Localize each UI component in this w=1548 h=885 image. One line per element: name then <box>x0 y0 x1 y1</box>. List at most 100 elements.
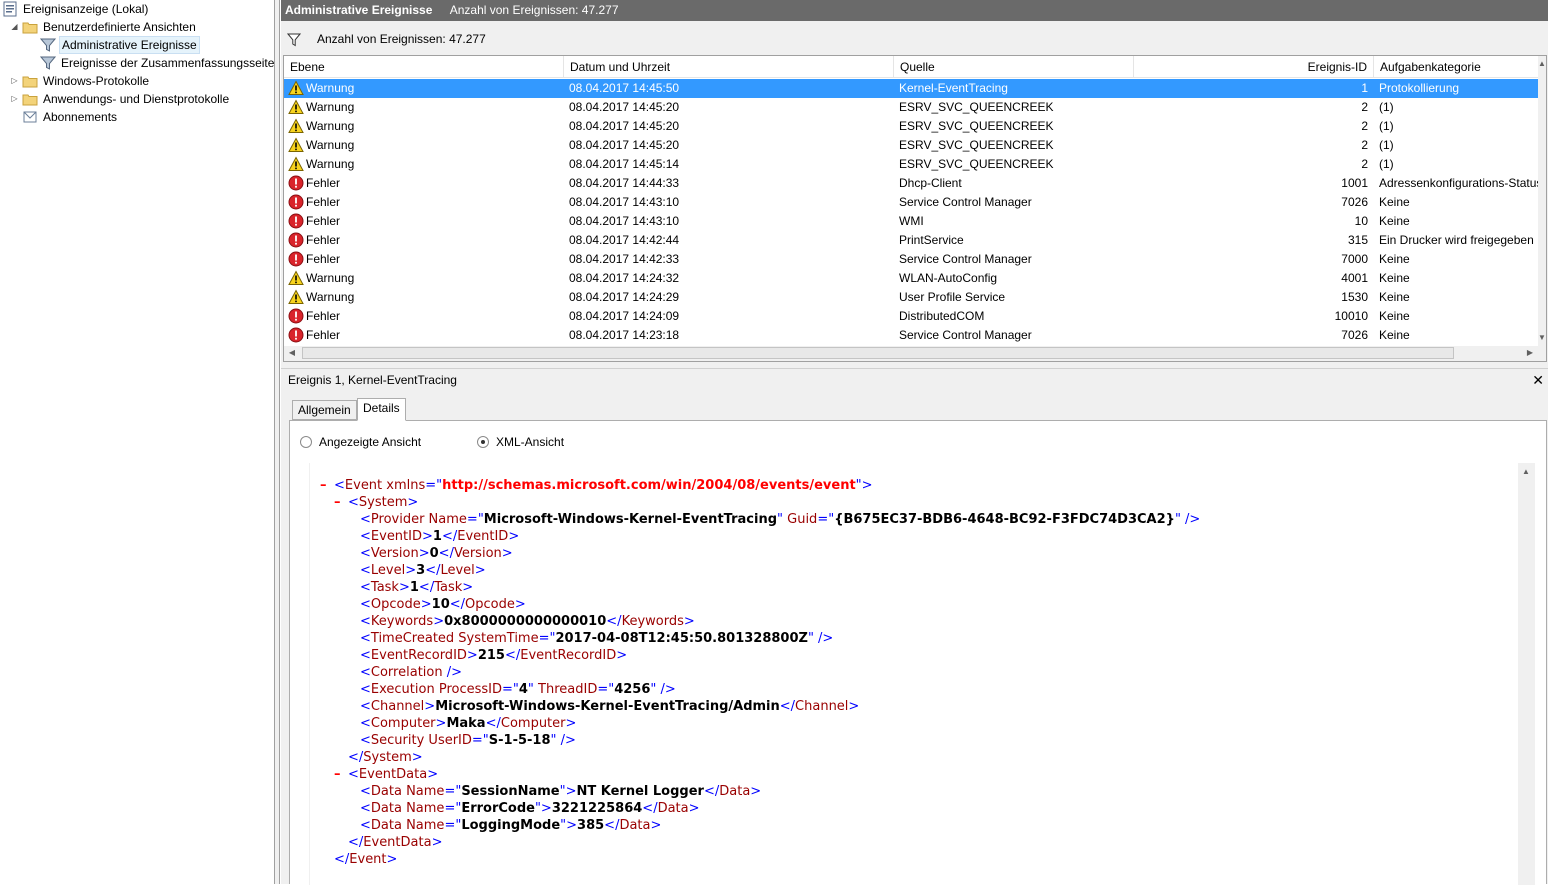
folder-icon <box>22 91 38 107</box>
event-id: 2 <box>1361 119 1368 133</box>
xml-value: LoggingMode <box>461 818 561 833</box>
expand-arrow-icon[interactable]: ▷ <box>10 90 19 108</box>
column-header-level[interactable]: Ebene <box>284 56 564 78</box>
event-date: 08.04.2017 14:42:33 <box>569 252 680 266</box>
radio-label: Angezeigte Ansicht <box>319 435 422 449</box>
event-viewer-icon <box>2 1 18 17</box>
tree-item-label: Administrative Ereignisse <box>59 36 200 54</box>
event-level-cell: Fehler <box>288 193 564 212</box>
event-row[interactable]: Fehler 08.04.2017 14:42:44 PrintService 315… <box>284 231 1540 250</box>
event-task-category: Protokollierung <box>1379 81 1460 95</box>
column-header-event-id[interactable]: Ereignis-ID <box>1134 56 1374 78</box>
collapse-arrow-icon[interactable]: ◢ <box>10 18 19 36</box>
event-task-category: (1) <box>1379 138 1394 152</box>
event-id: 315 <box>1347 233 1368 247</box>
xml-eventrecordid: <EventRecordID>215</EventRecordID> <box>360 648 628 663</box>
tree-item-app-logs[interactable]: Anwendungs- und Dienstprotokolle <box>22 90 231 108</box>
xml-channel: <Channel>Microsoft-Windows-Kernel-EventT… <box>360 699 860 714</box>
event-row[interactable]: Fehler 08.04.2017 14:43:10 WMI 10 Keine <box>284 212 1540 231</box>
scroll-up-arrow-icon[interactable]: ▲ <box>1536 58 1546 70</box>
event-row[interactable]: Fehler 08.04.2017 14:23:18 Service Control… <box>284 326 1540 345</box>
event-level: Warnung <box>306 119 355 133</box>
error-icon <box>288 251 304 267</box>
warning-icon <box>288 118 304 134</box>
collapse-minus-icon[interactable]: – <box>334 494 348 511</box>
scroll-left-arrow-icon[interactable]: ◀ <box>286 347 298 359</box>
radio-button[interactable] <box>300 435 312 448</box>
scroll-right-arrow-icon[interactable]: ▶ <box>1524 347 1536 359</box>
event-level-cell: Warnung <box>288 288 564 307</box>
horizontal-scroll-thumb[interactable] <box>302 347 1454 359</box>
event-level-cell: Warnung <box>288 155 564 174</box>
xml-system-open: – <System> <box>334 494 419 511</box>
event-level: Fehler <box>306 233 341 247</box>
collapse-minus-icon[interactable]: – <box>320 477 334 494</box>
event-row[interactable]: Warnung 08.04.2017 14:45:14 ESRV_SVC_QUEEN… <box>284 155 1540 174</box>
event-level-cell: Warnung <box>288 79 564 98</box>
tree-item-custom-views[interactable]: Benutzerdefinierte Ansichten <box>22 18 198 36</box>
event-row[interactable]: Warnung 08.04.2017 14:45:20 ESRV_SVC_QUEEN… <box>284 98 1540 117</box>
event-row[interactable]: Fehler 08.04.2017 14:24:09 DistributedCOM 1… <box>284 307 1540 326</box>
radio-friendly-view[interactable]: Angezeigte Ansicht <box>300 434 421 450</box>
tab-general[interactable]: Allgemein <box>292 400 357 420</box>
event-source: ESRV_SVC_QUEENCREEK <box>899 100 1054 114</box>
column-header-source[interactable]: Quelle <box>894 56 1134 78</box>
xml-value: 3221225864 <box>551 801 643 816</box>
xml-value: 385 <box>577 818 605 833</box>
event-row[interactable]: Warnung 08.04.2017 14:45:50 Kernel-EventTr… <box>284 79 1540 98</box>
grid-vertical-scrollbar[interactable]: ▲ ▼ <box>1538 56 1546 346</box>
xml-value: ErrorCode <box>461 801 535 816</box>
event-date: 08.04.2017 14:45:20 <box>569 138 680 152</box>
event-source: Dhcp-Client <box>899 176 962 190</box>
xml-correlation: <Correlation /> <box>360 665 462 680</box>
xml-data-errorcode: <Data Name="ErrorCode">3221225864</Data> <box>360 801 700 816</box>
xml-task: <Task>1</Task> <box>360 580 474 595</box>
radio-xml-view[interactable]: XML-Ansicht <box>477 434 564 450</box>
event-row[interactable]: Warnung 08.04.2017 14:45:20 ESRV_SVC_QUEEN… <box>284 136 1540 155</box>
tree-item-windows-logs[interactable]: Windows-Protokolle <box>22 72 151 90</box>
event-date: 08.04.2017 14:45:14 <box>569 157 680 171</box>
event-row[interactable]: Warnung 08.04.2017 14:24:29 User Profile S… <box>284 288 1540 307</box>
event-task-category: (1) <box>1379 157 1394 171</box>
event-task-category: Keine <box>1379 214 1410 228</box>
grid-horizontal-scrollbar[interactable]: ◀ ▶ <box>284 346 1546 361</box>
xml-value: 0x8000000000000010 <box>444 614 607 629</box>
xml-vertical-scrollbar[interactable]: ▲ <box>1518 463 1535 885</box>
column-header-date[interactable]: Datum und Uhrzeit <box>564 56 894 78</box>
tree-item-label: Windows-Protokolle <box>43 74 150 88</box>
event-date: 08.04.2017 14:24:29 <box>569 290 680 304</box>
scroll-down-arrow-icon[interactable]: ▼ <box>1536 332 1546 344</box>
close-icon[interactable]: ✕ <box>1532 369 1544 391</box>
tree-item-summary-events[interactable]: Ereignisse der Zusammenfassungsseite <box>39 54 276 72</box>
tree-item-root[interactable]: Ereignisanzeige (Lokal) <box>2 0 150 18</box>
event-row[interactable]: Warnung 08.04.2017 14:45:20 ESRV_SVC_QUEEN… <box>284 117 1540 136</box>
tree-item-subscriptions[interactable]: Abonnements <box>22 108 119 126</box>
xml-eventid: <EventID>1</EventID> <box>360 529 520 544</box>
event-row[interactable]: Fehler 08.04.2017 14:42:33 Service Control… <box>284 250 1540 269</box>
tree-item-label: Benutzerdefinierte Ansichten <box>43 20 196 34</box>
event-row[interactable]: Fehler 08.04.2017 14:44:33 Dhcp-Client 1001… <box>284 174 1542 193</box>
tree-item-admin-events[interactable]: Administrative Ereignisse <box>39 36 200 54</box>
event-source: PrintService <box>899 233 964 247</box>
xml-value: Maka <box>446 716 486 731</box>
event-source: WLAN-AutoConfig <box>899 271 998 285</box>
expand-arrow-icon[interactable]: ▷ <box>10 72 19 90</box>
event-date: 08.04.2017 14:43:10 <box>569 195 680 209</box>
scroll-up-arrow-icon[interactable]: ▲ <box>1520 466 1532 478</box>
filter-icon <box>39 37 57 53</box>
event-row[interactable]: Fehler 08.04.2017 14:43:10 Service Control… <box>284 193 1540 212</box>
detail-title: Ereignis 1, Kernel-EventTracing <box>288 373 457 387</box>
pane-splitter[interactable] <box>275 0 280 884</box>
column-header-task-category[interactable]: Aufgabenkategorie <box>1374 56 1544 78</box>
tab-details[interactable]: Details <box>357 398 406 421</box>
xml-eventdata-close: </EventData> <box>348 835 443 850</box>
event-level: Fehler <box>306 195 341 209</box>
event-task-category: Keine <box>1379 271 1410 285</box>
event-row[interactable]: Warnung 08.04.2017 14:24:32 WLAN-AutoConfi… <box>284 269 1540 288</box>
event-level: Warnung <box>306 81 355 95</box>
collapse-minus-icon[interactable]: – <box>334 766 348 783</box>
event-level: Fehler <box>306 214 341 228</box>
main-pane: Administrative Ereignisse Anzahl von Ere… <box>281 0 1548 885</box>
radio-button-selected[interactable] <box>477 435 489 448</box>
xml-system-close: </System> <box>348 750 423 765</box>
